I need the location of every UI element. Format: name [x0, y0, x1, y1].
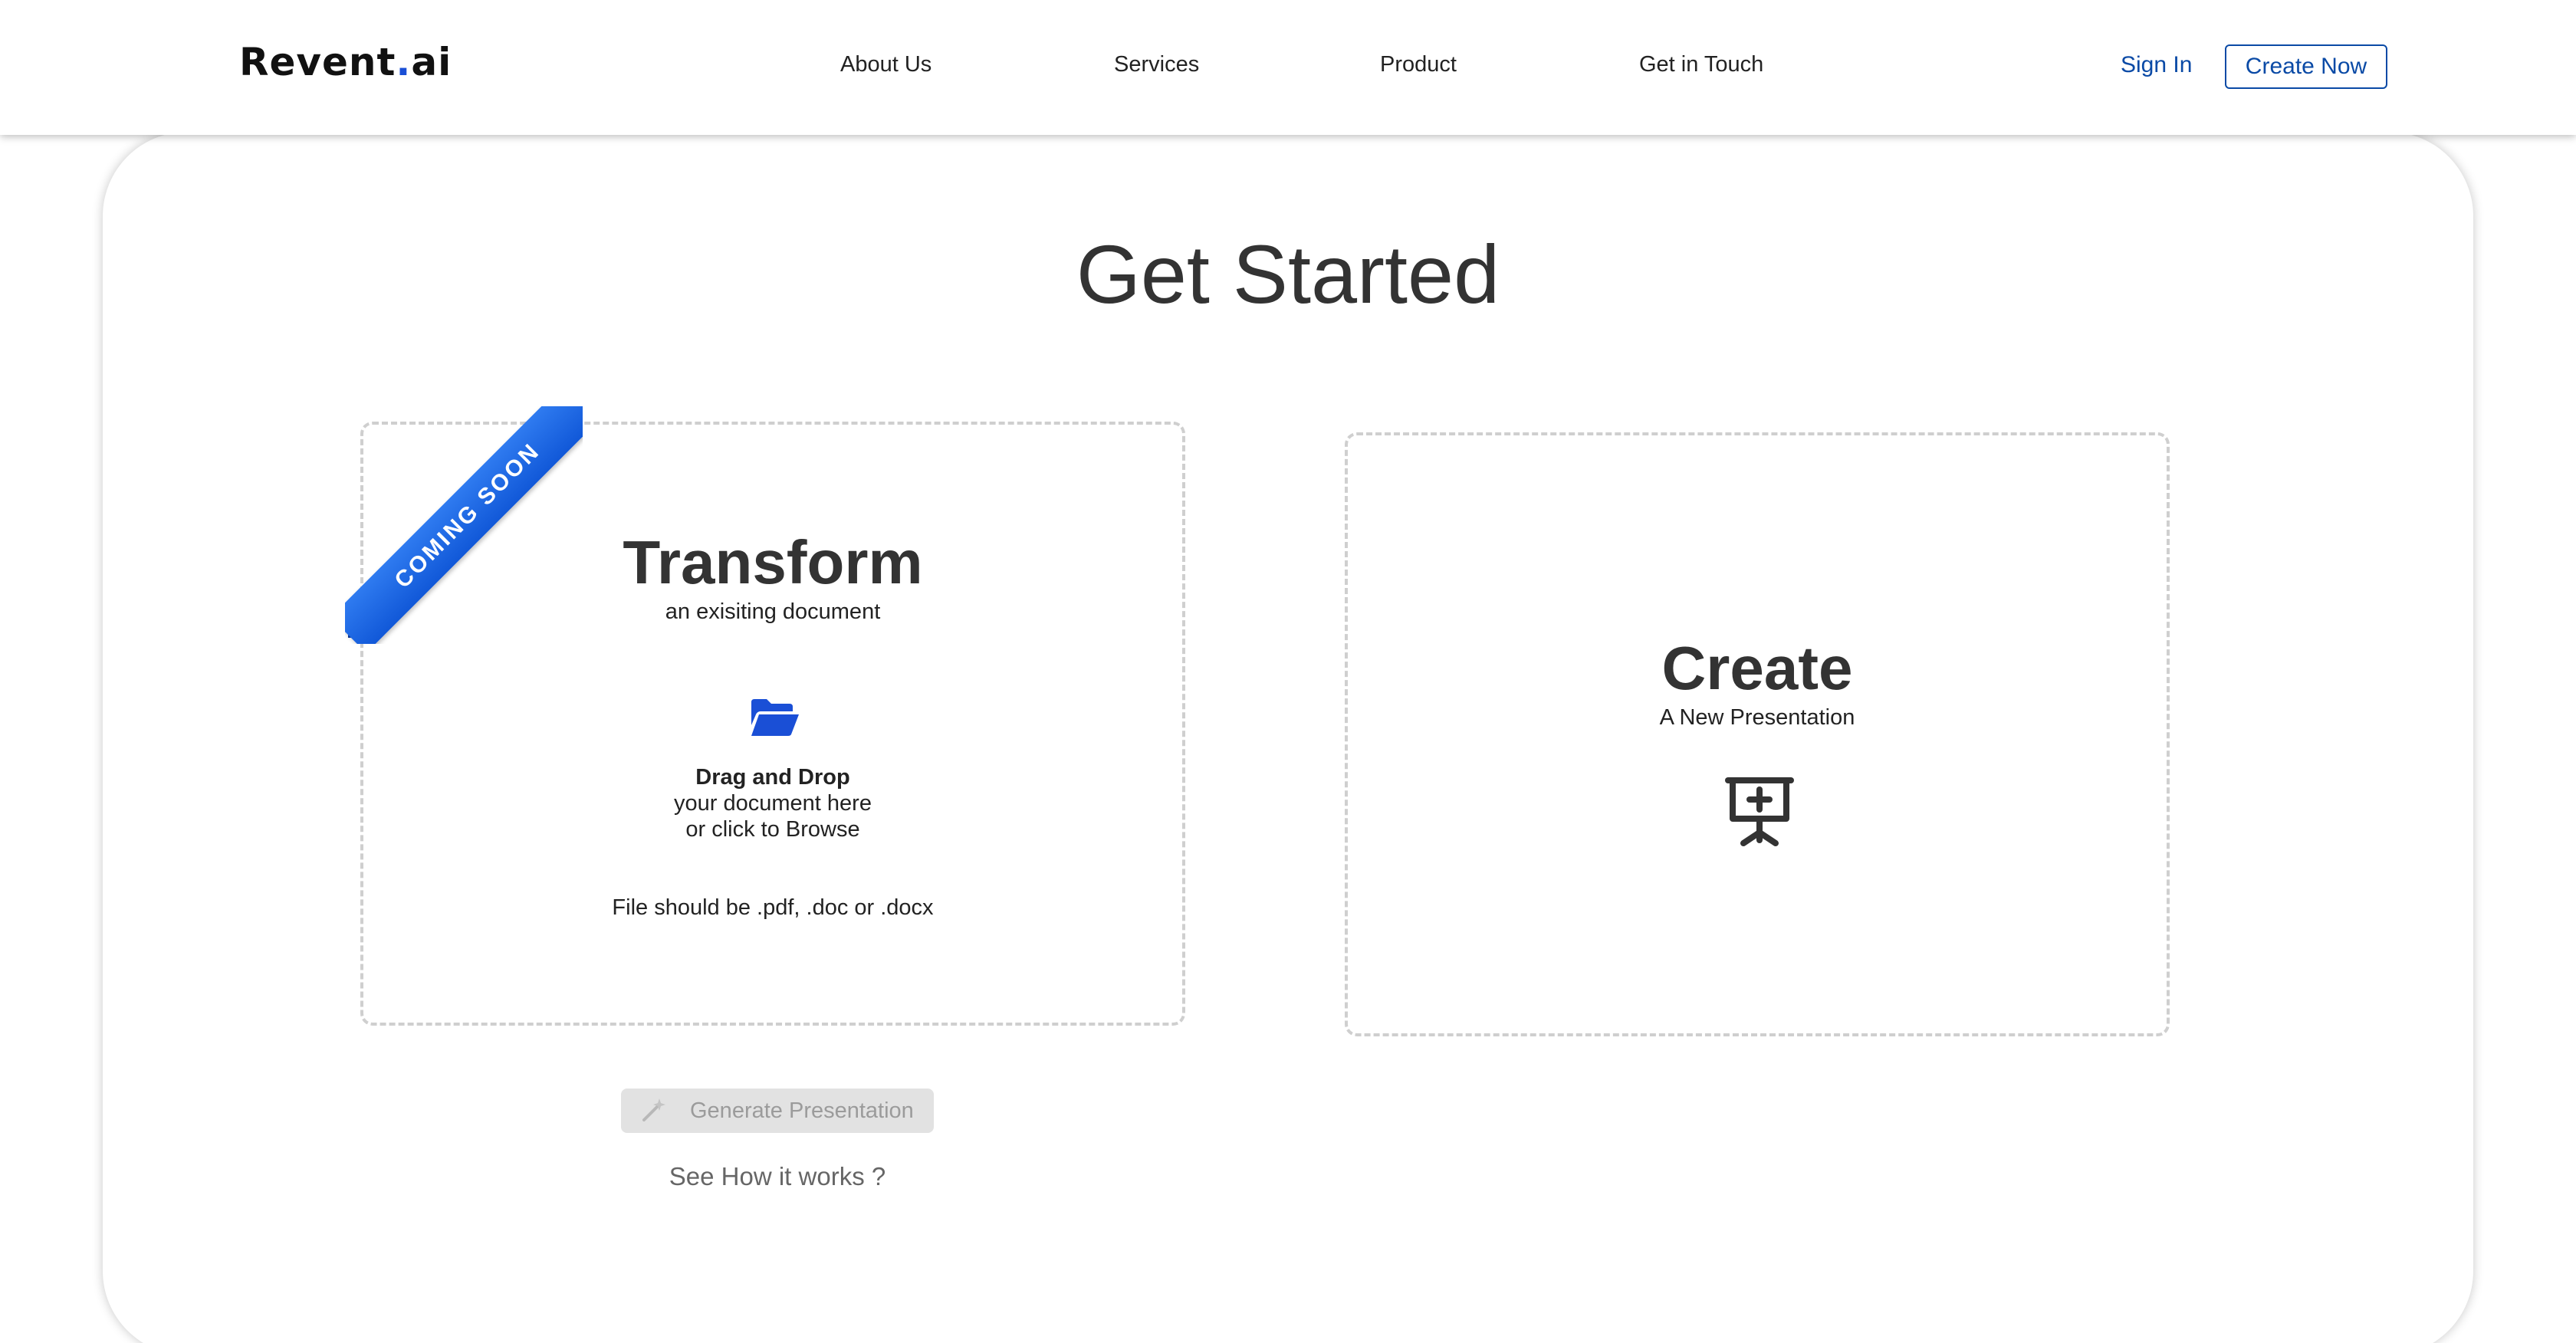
create-heading: Create — [1661, 634, 1853, 702]
page: Revent.ai About Us Services Product Get … — [0, 0, 2576, 1343]
create-presentation-card[interactable]: Create A New Presentation — [1345, 432, 2170, 1036]
drag-drop-line2: your document here — [674, 791, 872, 816]
browse-link[interactable]: or click to Browse — [363, 817, 1182, 842]
coming-soon-label: COMING SOON — [345, 406, 583, 644]
nav-about-us[interactable]: About Us — [840, 52, 932, 77]
presentation-add-icon — [1725, 776, 1794, 846]
nav-product[interactable]: Product — [1380, 52, 1457, 77]
top-navbar: Revent.ai About Us Services Product Get … — [0, 0, 2576, 135]
sign-in-link[interactable]: Sign In — [2121, 52, 2192, 78]
generate-presentation-label: Generate Presentation — [690, 1098, 914, 1123]
generate-presentation-button[interactable]: Generate Presentation — [621, 1089, 934, 1133]
file-type-hint: File should be .pdf, .doc or .docx — [612, 895, 934, 920]
logo-dot: . — [396, 40, 412, 84]
create-subheading: A New Presentation — [1659, 705, 1855, 730]
drag-drop-label: Drag and Drop — [695, 765, 850, 790]
magic-wand-icon — [639, 1097, 667, 1125]
folder-open-icon — [750, 698, 800, 737]
see-how-it-works-link[interactable]: See How it works ? — [621, 1162, 934, 1191]
logo[interactable]: Revent.ai — [239, 40, 452, 84]
create-now-button[interactable]: Create Now — [2225, 44, 2387, 89]
nav-services[interactable]: Services — [1114, 52, 1199, 77]
page-title: Get Started — [1076, 228, 1500, 320]
coming-soon-ribbon: COMING SOON — [345, 406, 583, 644]
nav-get-in-touch[interactable]: Get in Touch — [1639, 52, 1763, 77]
